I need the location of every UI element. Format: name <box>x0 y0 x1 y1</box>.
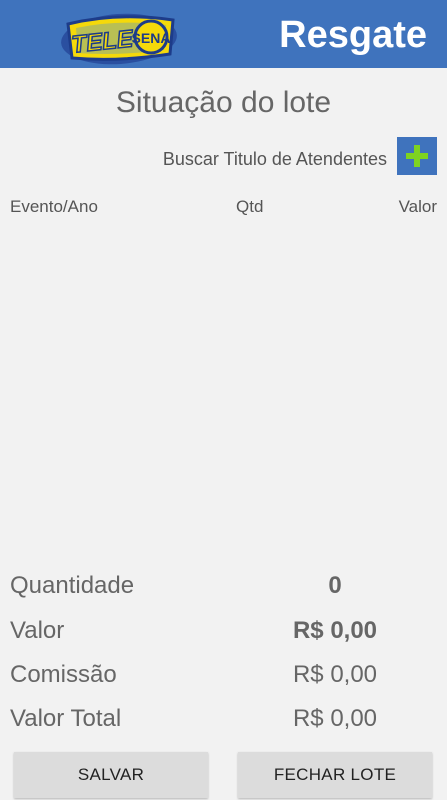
fechar-lote-button[interactable]: FECHAR LOTE <box>238 752 432 798</box>
app-header: TELE SENA Resgate <box>0 0 447 68</box>
screen-title: Resgate <box>279 14 427 56</box>
add-title-button[interactable] <box>397 137 437 175</box>
column-header-evento-ano: Evento/Ano <box>10 197 98 216</box>
valor-label: Valor <box>10 617 65 644</box>
salvar-button[interactable]: SALVAR <box>14 752 208 798</box>
comissao-label: Comissão <box>10 661 117 688</box>
quantidade-label: Quantidade <box>10 572 135 599</box>
column-header-qtd: Qtd <box>236 197 264 216</box>
titles-list[interactable] <box>0 225 447 560</box>
valor-total-value: R$ 0,00 <box>292 705 378 732</box>
tele-sena-logo: TELE SENA <box>61 13 177 65</box>
column-header-valor: Valor <box>398 197 437 216</box>
plus-icon <box>406 145 428 167</box>
valor-value: R$ 0,00 <box>292 617 378 644</box>
comissao-value: R$ 0,00 <box>292 661 378 688</box>
quantidade-value: 0 <box>328 572 342 599</box>
valor-total-label: Valor Total <box>10 705 122 732</box>
page-title: Situação do lote <box>115 86 332 119</box>
svg-text:SENA: SENA <box>132 30 171 46</box>
search-attendant-label: Buscar Titulo de Atendentes <box>162 149 387 169</box>
